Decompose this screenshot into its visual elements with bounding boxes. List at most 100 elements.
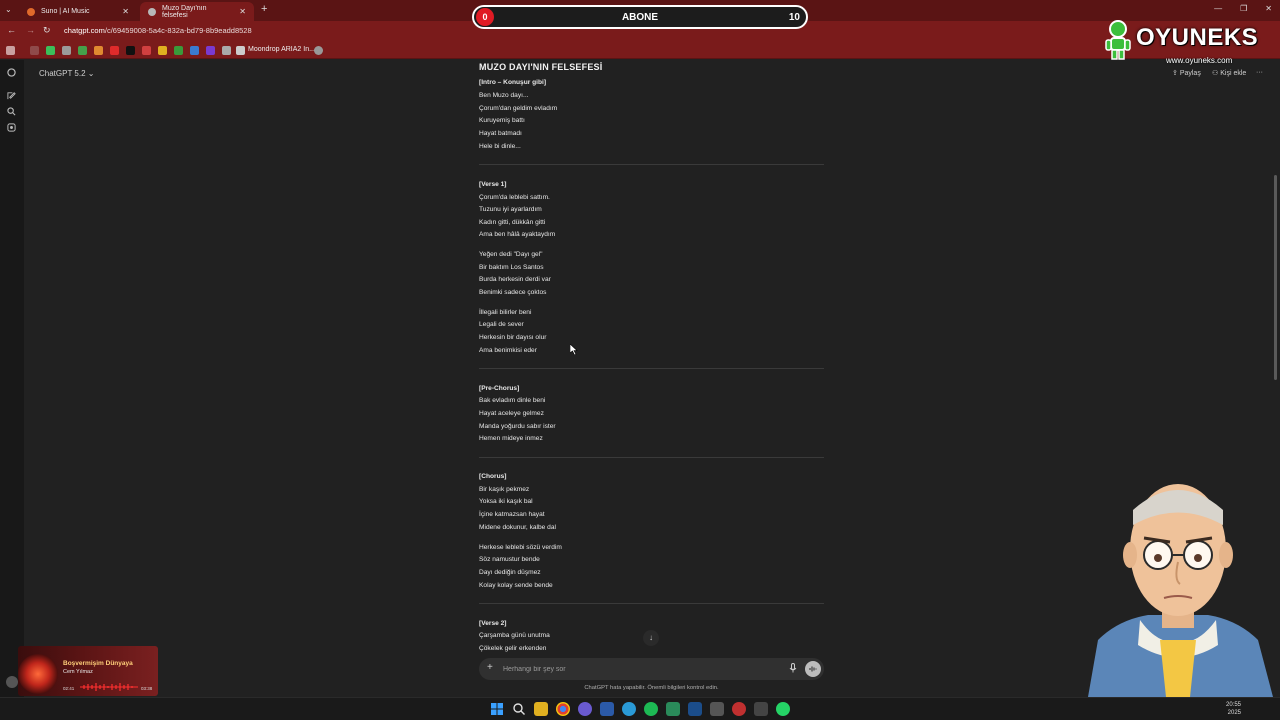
file-explorer-icon[interactable] (534, 702, 548, 716)
app-icon[interactable] (732, 702, 746, 716)
scroll-down-button[interactable]: ↓ (643, 630, 659, 646)
profile-icon[interactable] (314, 46, 323, 55)
lyric-line: Söz namustur bende (479, 556, 540, 563)
app-icon[interactable] (578, 702, 592, 716)
document-title: MUZO DAYI'NIN FELSEFESİ (479, 62, 603, 72)
lyric-line: Çorum'da leblebi sattım. (479, 194, 550, 201)
minimize-button[interactable]: — (1214, 4, 1222, 13)
lyric-line: Çorum'dan geldim evladım (479, 105, 558, 112)
bookmark-icon[interactable] (190, 46, 199, 55)
forward-icon[interactable]: → (26, 25, 35, 35)
more-options-button[interactable]: ··· (1256, 69, 1263, 76)
whatsapp-icon[interactable] (776, 702, 790, 716)
share-button[interactable]: ⇪ Paylaş (1172, 69, 1201, 77)
telegram-icon[interactable] (622, 702, 636, 716)
bookmark-icon[interactable] (206, 46, 215, 55)
bookmark-icon[interactable] (78, 46, 87, 55)
lyric-line: Bir kaşık pekmez (479, 486, 530, 493)
microphone-icon[interactable] (789, 663, 797, 673)
windows-start-icon[interactable] (490, 702, 504, 716)
app-icon[interactable] (754, 702, 768, 716)
clock-time: 20:55 (1226, 702, 1242, 708)
scrollbar-thumb[interactable] (1274, 175, 1277, 380)
mascot-icon (1105, 20, 1131, 60)
widget-handle-icon[interactable] (6, 676, 18, 688)
lyric-line: Bir baktım Los Santos (479, 264, 544, 271)
bookmark-icon[interactable] (62, 46, 71, 55)
app-icon[interactable] (600, 702, 614, 716)
section-heading: [Chorus] (479, 473, 507, 480)
streamer-avatar (1088, 484, 1273, 697)
model-selector[interactable]: ChatGPT 5.2 ⌄ (39, 69, 94, 78)
folder-icon[interactable] (158, 46, 167, 55)
close-icon[interactable]: ✕ (239, 7, 246, 16)
share-icon: ⇪ (1172, 70, 1180, 77)
lyric-line: Bak evladım dinle beni (479, 397, 546, 404)
voice-mode-button[interactable] (805, 661, 821, 677)
voice-waveform-icon (809, 666, 817, 672)
lyric-line: Burda herkesin derdi var (479, 276, 551, 283)
lyric-line: Herkesin bir dayısı olur (479, 334, 547, 341)
chatgpt-favicon-icon (148, 7, 156, 16)
new-tab-button[interactable]: + (261, 3, 267, 15)
lyric-line: Kadın gitti, dükkân gitti (479, 219, 546, 226)
bookmark-icon[interactable] (142, 46, 151, 55)
close-icon[interactable]: ✕ (122, 7, 129, 16)
system-clock[interactable]: 20:55 2025 (1226, 701, 1241, 717)
apps-icon[interactable] (6, 46, 15, 55)
moondrop-icon[interactable] (236, 46, 245, 55)
section-heading: [Pre-Chorus] (479, 385, 520, 392)
lyric-line: Kolay kolay sende bende (479, 582, 553, 589)
bookmark-icon[interactable] (174, 46, 183, 55)
search-icon[interactable] (512, 702, 526, 716)
search-icon[interactable] (7, 107, 16, 116)
lyric-line: Hayat aceleye gelmez (479, 410, 544, 417)
add-person-label: Kişi ekle (1220, 70, 1247, 77)
openai-logo-icon[interactable] (7, 68, 16, 77)
url-field[interactable]: chatgpt.com/c/69459008-5a4c-832a-bd79-8b… (64, 26, 252, 35)
lyric-line: Çarşamba günü unutma (479, 632, 550, 639)
section-heading: [Intro – Konuşur gibi] (479, 79, 547, 86)
album-art (18, 654, 58, 694)
lyric-line: Dayı dediğin düşmez (479, 569, 541, 576)
bookmarks-bar: Moondrop ARIA2 In... (0, 41, 1280, 59)
add-person-button[interactable]: ⚇ Kişi ekle (1212, 69, 1246, 77)
bookmark-icon[interactable] (46, 46, 55, 55)
reload-icon[interactable]: ↻ (43, 25, 51, 36)
prompt-input[interactable] (503, 664, 783, 674)
tab-chatgpt[interactable]: Muzo Dayı'nın felsefesi ✕ (140, 2, 254, 21)
bookmark-icon[interactable] (94, 46, 103, 55)
x-icon[interactable] (126, 46, 135, 55)
maximize-button[interactable]: ❐ (1240, 4, 1247, 13)
back-icon[interactable]: ← (7, 25, 16, 35)
tab-suno[interactable]: Suno | AI Music ✕ (19, 2, 137, 21)
chevron-down-icon: ⌄ (87, 69, 95, 78)
lyric-line: İçine katmazsan hayat (479, 511, 545, 518)
divider (479, 457, 824, 458)
close-window-button[interactable]: ✕ (1265, 4, 1272, 13)
chatgpt-sidebar (0, 60, 24, 697)
url-host: chatgpt.com (64, 26, 105, 35)
lyric-line: Yeğen dedi "Dayı gel" (479, 251, 543, 258)
bookmark-icon[interactable] (30, 46, 39, 55)
composer: + (479, 658, 824, 680)
youtube-icon[interactable] (110, 46, 119, 55)
steam-icon[interactable] (688, 702, 702, 716)
chrome-icon[interactable] (556, 702, 570, 716)
add-person-icon: ⚇ (1212, 70, 1221, 77)
app-icon[interactable] (666, 702, 680, 716)
new-chat-icon[interactable] (7, 91, 16, 100)
attach-button[interactable]: + (487, 662, 493, 673)
subscribe-right-value: 10 (788, 12, 800, 23)
spotify-icon[interactable] (644, 702, 658, 716)
track-title: Boşvermişim Dünyaya (63, 660, 133, 667)
app-icon[interactable] (710, 702, 724, 716)
library-icon[interactable] (7, 123, 16, 132)
oyuneks-logo: OYUNEKS www.oyuneks.com (1100, 18, 1258, 68)
bookmark-icon[interactable] (222, 46, 231, 55)
lyric-line: Midene dokunur, kalbe dal (479, 524, 556, 531)
tab-search-icon[interactable]: ⌄ (5, 5, 15, 15)
bookmark-moondrop[interactable]: Moondrop ARIA2 In... (248, 46, 315, 53)
track-artist: Cem Yılmaz (63, 669, 93, 675)
lyric-line: Çökelek gelir erkenden (479, 645, 547, 652)
